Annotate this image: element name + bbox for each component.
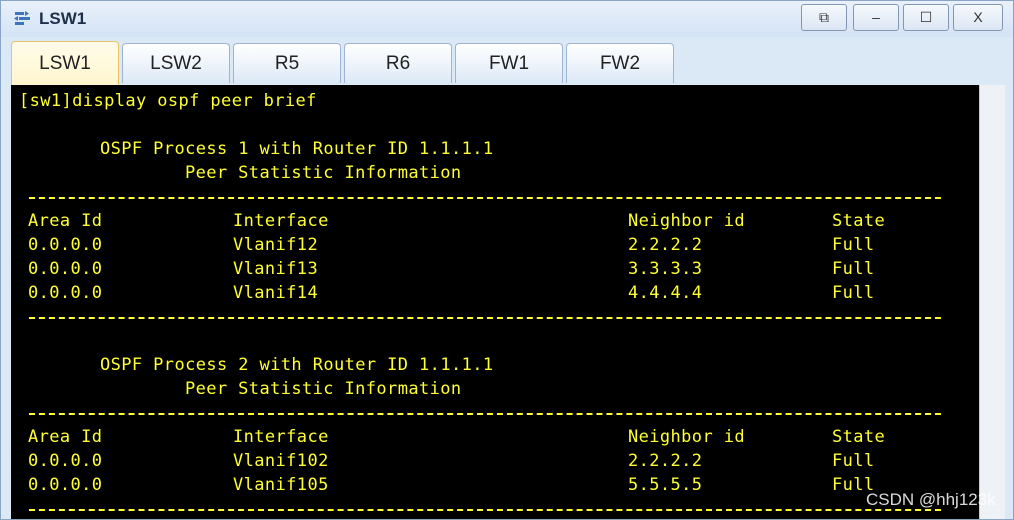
row-area-id: 0.0.0.0 <box>28 283 103 303</box>
column-header-state: State <box>832 427 886 447</box>
row-interface: Vlanif102 <box>233 451 329 471</box>
minimize-button[interactable]: – <box>853 4 899 31</box>
column-header-neighbor: Neighbor id <box>628 427 745 447</box>
minimize-icon: – <box>872 9 880 25</box>
row-state: Full <box>832 451 875 471</box>
row-area-id: 0.0.0.0 <box>28 259 103 279</box>
maximize-button[interactable]: ☐ <box>903 4 949 31</box>
process2-header: OSPF Process 2 with Router ID 1.1.1.1 <box>100 355 494 375</box>
separator-line <box>29 509 941 511</box>
terminal-output[interactable]: [sw1]display ospf peer brief OSPF Proces… <box>11 85 979 519</box>
window-title: LSW1 <box>39 9 87 28</box>
separator-line <box>29 413 941 415</box>
restore-button[interactable]: ⧉ <box>801 4 847 31</box>
vertical-scrollbar[interactable] <box>979 85 1005 519</box>
tab-lsw1[interactable]: LSW1 <box>11 41 119 85</box>
maximize-icon: ☐ <box>919 9 933 25</box>
row-neighbor-id: 2.2.2.2 <box>628 451 703 471</box>
row-interface: Vlanif14 <box>233 283 319 303</box>
tab-lsw2[interactable]: LSW2 <box>122 43 230 83</box>
title-bar[interactable]: LSW1 ⧉ – ☐ X <box>1 1 1013 37</box>
row-area-id: 0.0.0.0 <box>28 475 103 495</box>
row-area-id: 0.0.0.0 <box>28 451 103 471</box>
separator-line <box>29 197 941 199</box>
row-state: Full <box>832 283 875 303</box>
row-neighbor-id: 4.4.4.4 <box>628 283 703 303</box>
row-interface: Vlanif12 <box>233 235 319 255</box>
tab-r5[interactable]: R5 <box>233 43 341 83</box>
restore-icon: ⧉ <box>819 9 829 25</box>
process1-subheader: Peer Statistic Information <box>185 163 462 183</box>
column-header-interface: Interface <box>233 427 329 447</box>
process1-header: OSPF Process 1 with Router ID 1.1.1.1 <box>100 139 494 159</box>
column-header-area: Area Id <box>28 427 103 447</box>
tab-fw1[interactable]: FW1 <box>455 43 563 83</box>
row-neighbor-id: 5.5.5.5 <box>628 475 703 495</box>
close-icon: X <box>973 9 983 25</box>
row-area-id: 0.0.0.0 <box>28 235 103 255</box>
row-state: Full <box>832 235 875 255</box>
row-state: Full <box>832 259 875 279</box>
separator-line <box>29 317 941 319</box>
switch-app-icon <box>14 11 30 25</box>
watermark: CSDN @hhj123k <box>866 490 996 509</box>
terminal-window: LSW1 ⧉ – ☐ X LSW1 LSW2 R5 R6 FW1 FW2 [sw… <box>0 0 1014 520</box>
column-header-interface: Interface <box>233 211 329 231</box>
tab-r6[interactable]: R6 <box>344 43 452 83</box>
command-line: [sw1]display ospf peer brief <box>19 91 317 111</box>
row-neighbor-id: 3.3.3.3 <box>628 259 703 279</box>
process2-subheader: Peer Statistic Information <box>185 379 462 399</box>
row-neighbor-id: 2.2.2.2 <box>628 235 703 255</box>
column-header-neighbor: Neighbor id <box>628 211 745 231</box>
tab-fw2[interactable]: FW2 <box>566 43 674 83</box>
close-button[interactable]: X <box>953 4 1003 31</box>
row-interface: Vlanif13 <box>233 259 319 279</box>
row-interface: Vlanif105 <box>233 475 329 495</box>
column-header-area: Area Id <box>28 211 103 231</box>
column-header-state: State <box>832 211 886 231</box>
